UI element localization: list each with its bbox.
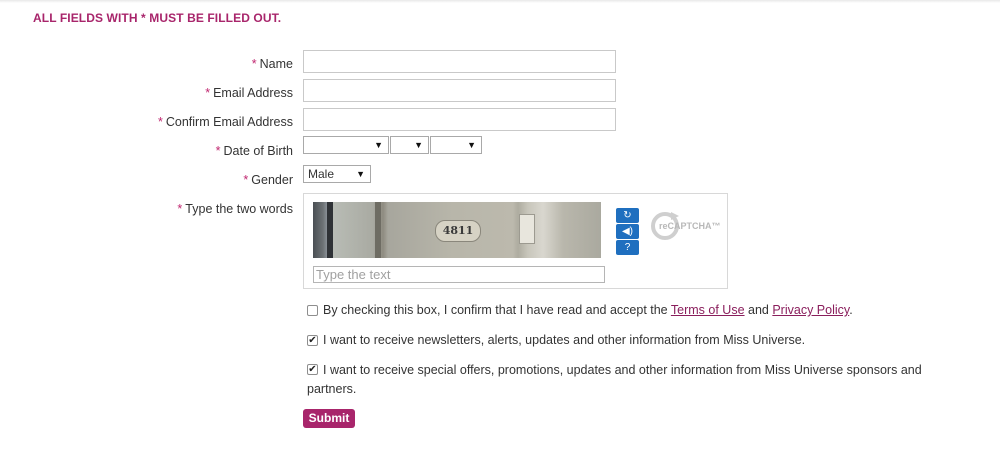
captcha-input[interactable]: Type the text bbox=[313, 266, 605, 283]
confirm-email-input[interactable] bbox=[303, 108, 616, 131]
name-label: * Name bbox=[251, 57, 293, 71]
newsletter-checkbox[interactable]: ✔ bbox=[307, 335, 318, 346]
dob-label: * Date of Birth bbox=[215, 144, 293, 158]
help-icon[interactable]: ? bbox=[616, 240, 639, 255]
dropdown-arrow-icon: ▼ bbox=[374, 140, 383, 150]
submit-button[interactable]: Submit bbox=[303, 409, 355, 428]
terms-of-use-link[interactable]: Terms of Use bbox=[671, 303, 745, 317]
offers-checkbox[interactable]: ✔ bbox=[307, 364, 318, 375]
terms-checkbox[interactable] bbox=[307, 305, 318, 316]
audio-icon[interactable]: ◀︎) bbox=[616, 224, 639, 239]
dropdown-arrow-icon: ▼ bbox=[467, 140, 476, 150]
required-fields-notice: ALL FIELDS WITH * MUST BE FILLED OUT. bbox=[33, 11, 282, 25]
email-label: * Email Address bbox=[205, 86, 293, 100]
dob-year-select[interactable]: ▼ bbox=[430, 136, 482, 154]
dob-month-select[interactable]: ▼ bbox=[303, 136, 389, 154]
top-divider bbox=[0, 0, 1000, 3]
recaptcha-logo-icon: reCAPTCHA™ bbox=[651, 212, 721, 240]
dob-day-select[interactable]: ▼ bbox=[390, 136, 429, 154]
terms-consent-text: By checking this box, I confirm that I h… bbox=[323, 303, 853, 317]
gender-selected-value: Male bbox=[308, 167, 335, 181]
newsletter-consent-text: I want to receive newsletters, alerts, u… bbox=[323, 333, 806, 347]
gender-select[interactable]: Male ▼ bbox=[303, 165, 371, 183]
privacy-policy-link[interactable]: Privacy Policy bbox=[772, 303, 849, 317]
captcha-widget: 4811 Type the text ↻ ◀︎) ? reCAPTCHA™ bbox=[303, 193, 728, 289]
captcha-image: 4811 bbox=[313, 202, 601, 258]
captcha-image-number: 4811 bbox=[435, 220, 481, 242]
captcha-label: * Type the two words bbox=[177, 202, 293, 216]
dropdown-arrow-icon: ▼ bbox=[356, 169, 365, 179]
email-input[interactable] bbox=[303, 79, 616, 102]
confirm-email-label: * Confirm Email Address bbox=[158, 115, 293, 129]
refresh-icon[interactable]: ↻ bbox=[616, 208, 639, 223]
gender-label: * Gender bbox=[243, 173, 293, 187]
name-input[interactable] bbox=[303, 50, 616, 73]
offers-consent-text: I want to receive special offers, promot… bbox=[307, 363, 922, 396]
dropdown-arrow-icon: ▼ bbox=[414, 140, 423, 150]
svg-text:reCAPTCHA™: reCAPTCHA™ bbox=[659, 221, 721, 231]
